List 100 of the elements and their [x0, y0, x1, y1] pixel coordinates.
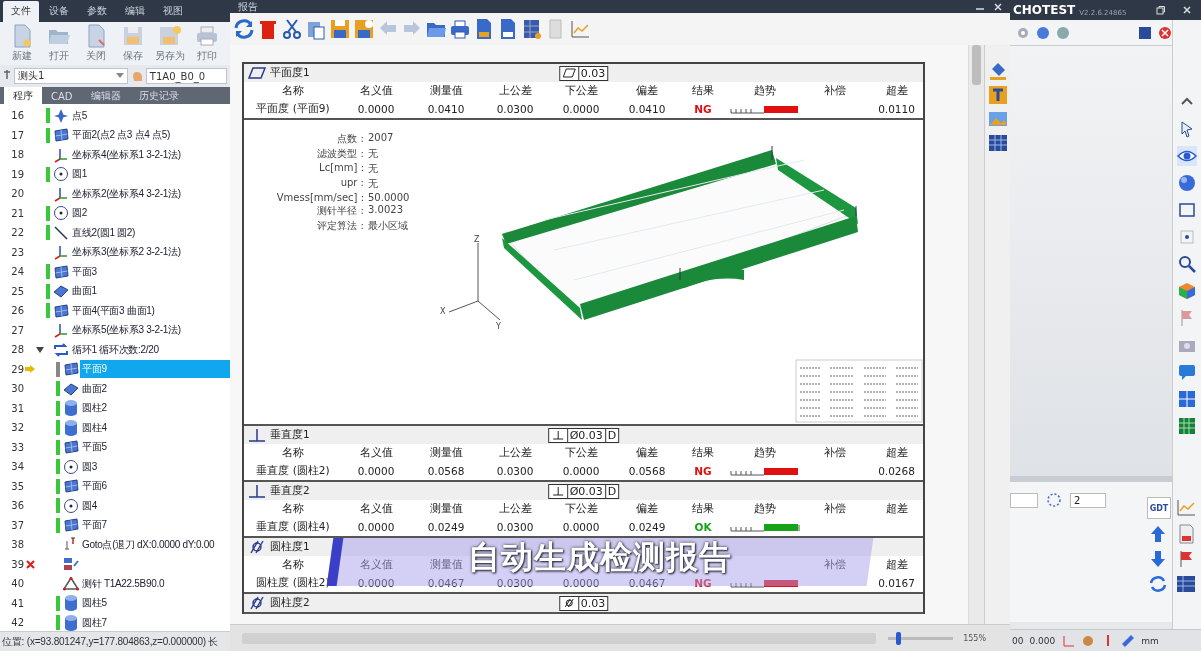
spreadsheet-icon[interactable] [521, 18, 543, 40]
info-label: Vmess[mm/sec] : [275, 192, 364, 203]
ribbon-tab[interactable]: 视图 [155, 1, 191, 22]
column-header: 偏差 [635, 84, 659, 98]
input-field[interactable] [1010, 492, 1038, 508]
ribbon-tab[interactable]: 参数 [79, 1, 115, 22]
program-item[interactable]: 点5 [70, 106, 230, 125]
column-header: 补偿 [823, 446, 847, 460]
close-icon[interactable] [1183, 6, 1191, 14]
table-grid-icon[interactable] [1177, 416, 1197, 436]
square-icon[interactable] [1138, 25, 1152, 40]
table-icon[interactable] [1175, 574, 1197, 594]
printer-icon[interactable] [449, 18, 471, 40]
sphere-icon[interactable] [1036, 25, 1050, 40]
program-item[interactable]: 圆4 [80, 496, 230, 515]
restore-icon[interactable] [1156, 5, 1165, 15]
step-number: 18 [10, 149, 24, 161]
ribbon-button[interactable]: 新建 [4, 24, 40, 63]
program-item[interactable]: 平面6 [80, 477, 230, 496]
ruler-icon[interactable] [1121, 633, 1136, 648]
program-item[interactable]: 平面4(平面3 曲面1) [70, 301, 230, 320]
close-icon[interactable] [1158, 25, 1172, 40]
refresh-icon[interactable] [1147, 574, 1169, 594]
axes-icon [52, 185, 70, 202]
tip-select[interactable]: T1A0_B0_0 [145, 68, 227, 84]
trash-icon[interactable] [257, 18, 279, 40]
program-item[interactable]: 圆柱5 [80, 594, 230, 613]
program-item[interactable]: 圆柱2 [80, 399, 230, 418]
ribbon-tab[interactable]: 编辑 [117, 1, 153, 22]
program-item[interactable]: 直线2(圆1 圆2) [70, 223, 230, 242]
program-item[interactable]: 圆柱4 [80, 418, 230, 437]
plane-icon [62, 517, 80, 534]
program-item[interactable]: 平面3 [70, 262, 230, 281]
ribbon-tab[interactable]: 设备 [41, 1, 77, 22]
probe-select[interactable]: 测头1 [14, 68, 128, 84]
datum-label: D [604, 428, 619, 442]
color-cube-icon[interactable] [1177, 281, 1197, 301]
program-item[interactable]: 圆柱7 [80, 613, 230, 631]
table-icon[interactable] [987, 133, 1008, 153]
sphere-icon[interactable] [1177, 173, 1197, 193]
spinner-icon [1046, 492, 1062, 508]
text-tool-icon[interactable] [987, 85, 1008, 105]
step-number: 23 [10, 246, 24, 258]
ribbon-button[interactable]: 另存为 [152, 24, 188, 63]
unit-label: mm [1141, 635, 1159, 646]
scissors-icon[interactable] [281, 18, 303, 40]
box-select-icon[interactable] [1177, 200, 1197, 220]
paint-bucket-icon[interactable] [987, 61, 1008, 81]
tolerance-value: 0.03 [577, 66, 608, 80]
ribbon-button[interactable]: 打印 [189, 24, 225, 63]
table-cell-text: 0.0000 [561, 103, 601, 115]
table-cell-text: 0.0300 [495, 577, 535, 589]
close-icon[interactable] [994, 2, 1002, 11]
program-item[interactable]: 圆3 [80, 457, 230, 476]
table-cell-text: 垂直度 (圆柱2) [255, 464, 331, 478]
view-tab[interactable]: 程序 [4, 87, 42, 104]
step-number: 41 [10, 597, 24, 609]
program-item[interactable]: 坐标系2(坐标系4 3-2-1法) [70, 184, 230, 203]
section-title: 平面度1 [270, 66, 310, 80]
table-cell-text: 0.0000 [561, 465, 601, 477]
program-item[interactable]: 曲面2 [80, 379, 230, 398]
chat-bubble-icon[interactable] [1177, 362, 1197, 382]
step-number: 30 [10, 383, 24, 395]
document-icon [11, 24, 33, 48]
program-item[interactable]: 平面2(点2 点3 点4 点5) [70, 126, 230, 145]
program-item[interactable]: Goto点(退刀 dX:0.0000 dY:0.00 [80, 535, 230, 554]
info-value: 无 [368, 147, 379, 161]
table-cell-text: 0.0467 [627, 577, 667, 589]
program-item[interactable]: 圆2 [70, 204, 230, 223]
program-item[interactable]: 平面7 [80, 516, 230, 535]
view-tab[interactable]: 编辑器 [81, 87, 130, 104]
gdt-button[interactable]: GDT [1147, 497, 1171, 519]
scrollbar-thumb-icon [972, 45, 981, 85]
program-item[interactable]: 测针 T1A22.5B90.0 [80, 574, 230, 593]
ribbon-tab[interactable]: 文件 [3, 1, 39, 22]
ribbon-button[interactable]: 打开 [41, 24, 77, 63]
column-header: 上公差 [497, 502, 533, 516]
program-item[interactable]: 平面5 [80, 438, 230, 457]
program-item[interactable]: 坐标系5(坐标系3 3-2-1法) [70, 321, 230, 340]
ribbon-button[interactable]: 保存 [115, 24, 151, 63]
view-tab[interactable]: 历史记录 [129, 87, 188, 104]
tolerance-value: Ø0.03 [566, 428, 605, 442]
step-number: 24 [10, 266, 24, 278]
program-item[interactable]: 循环1 循环次数:2/20 [70, 340, 230, 359]
program-item[interactable]: 圆1 [70, 165, 230, 184]
expand-caret-icon[interactable] [36, 345, 44, 354]
program-item[interactable]: 坐标系3(坐标系2 3-2-1法) [70, 243, 230, 262]
grid-icon[interactable] [1177, 389, 1197, 409]
ribbon-button[interactable]: 关闭 [78, 24, 114, 63]
search-icon[interactable] [1177, 254, 1197, 274]
column-header: 名称 [281, 558, 305, 572]
column-header: 趋势 [753, 502, 777, 516]
zoom-slider-thumb[interactable] [895, 631, 901, 645]
info-value: 无 [368, 177, 379, 191]
table-cell-text: 0.0300 [495, 465, 535, 477]
program-item[interactable]: 坐标系4(坐标系1 3-2-1法) [70, 145, 230, 164]
view-tab[interactable]: CAD [42, 87, 82, 104]
program-item[interactable]: 曲面1 [70, 282, 230, 301]
count-field[interactable]: 2 [1070, 492, 1106, 508]
refresh-icon[interactable] [233, 18, 255, 40]
